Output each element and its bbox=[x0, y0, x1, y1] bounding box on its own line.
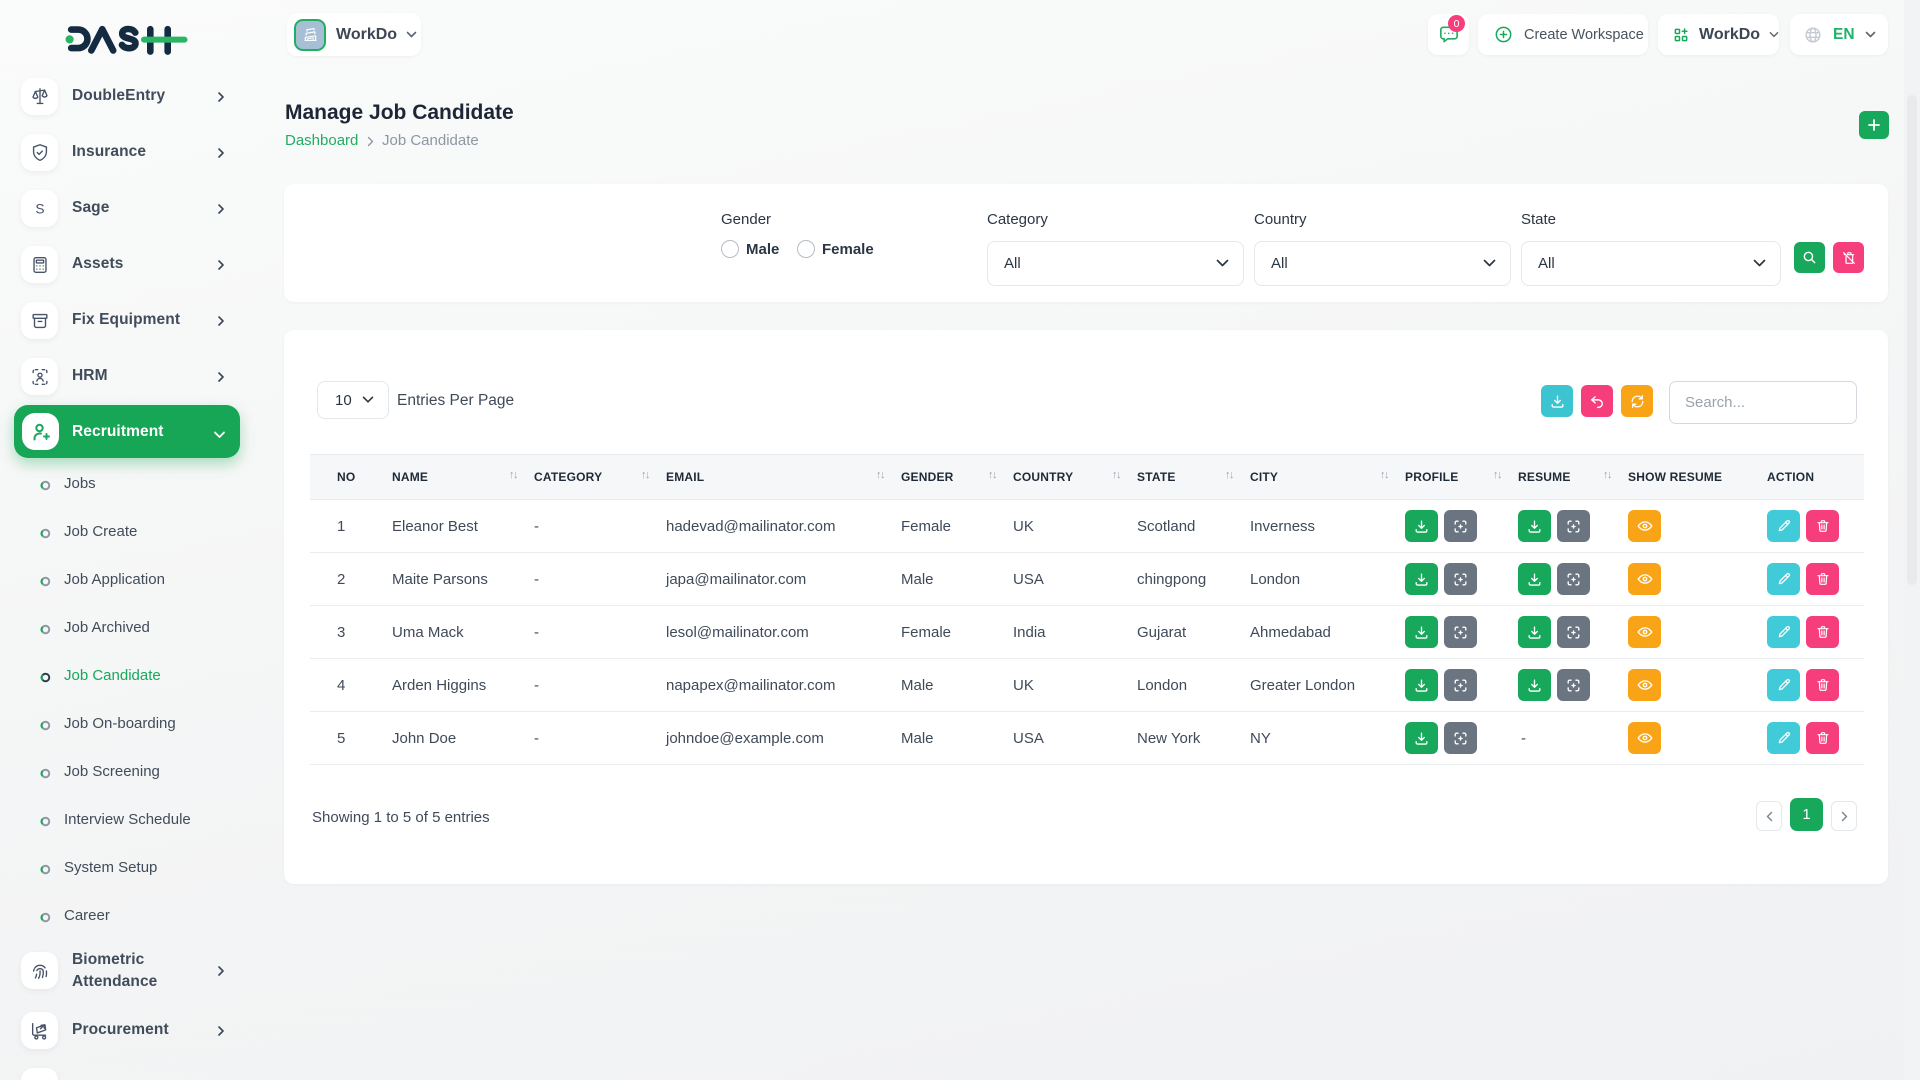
svg-text:S: S bbox=[35, 201, 44, 216]
